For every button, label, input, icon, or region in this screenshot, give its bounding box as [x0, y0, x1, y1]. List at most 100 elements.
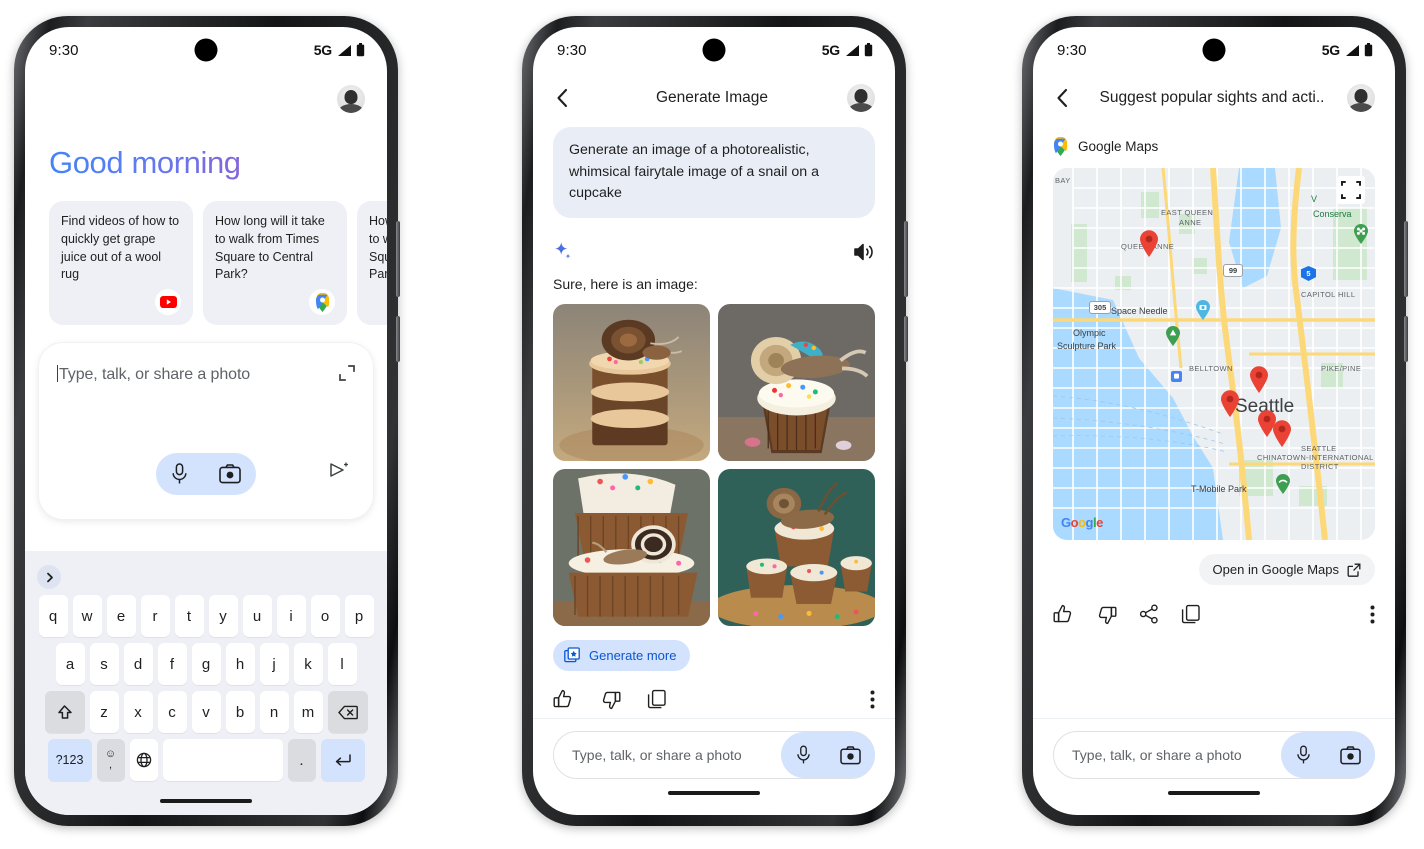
key-h[interactable]: h — [225, 643, 255, 685]
camera-icon[interactable] — [1339, 745, 1361, 765]
chevron-right-icon[interactable] — [37, 565, 61, 589]
key-w[interactable]: w — [72, 595, 102, 637]
back-arrow-icon[interactable] — [547, 83, 577, 113]
globe-key-icon[interactable] — [129, 739, 158, 781]
key-d[interactable]: d — [123, 643, 153, 685]
avatar[interactable] — [1347, 84, 1375, 112]
keyboard-row-3[interactable]: z x c v b n m — [29, 691, 383, 733]
generated-image[interactable] — [718, 303, 875, 461]
camera-icon[interactable] — [839, 745, 861, 765]
voice-camera-pill[interactable] — [1281, 732, 1375, 778]
keyboard-row-1[interactable]: q w e r t y u i o p — [29, 595, 383, 637]
home-indicator[interactable] — [160, 799, 252, 803]
map-label: CAPITOL HILL — [1301, 290, 1356, 299]
thumb-up-icon[interactable] — [1053, 604, 1074, 625]
keyboard-toolbar[interactable] — [29, 559, 383, 595]
more-vert-icon[interactable] — [870, 690, 875, 709]
on-screen-keyboard[interactable]: q w e r t y u i o p a s d f g h j k l z … — [25, 551, 387, 815]
thumb-up-icon[interactable] — [553, 689, 574, 710]
more-vert-icon[interactable] — [1370, 605, 1375, 624]
map-pin[interactable] — [1220, 390, 1240, 417]
key-l[interactable]: l — [327, 643, 357, 685]
key-q[interactable]: q — [38, 595, 68, 637]
key-p[interactable]: p — [344, 595, 374, 637]
search-input[interactable]: Type, talk, or share a photo — [57, 365, 355, 384]
microphone-icon[interactable] — [1296, 745, 1311, 765]
key-m[interactable]: m — [293, 691, 323, 733]
key-u[interactable]: u — [242, 595, 272, 637]
expand-icon[interactable] — [339, 365, 355, 386]
key-f[interactable]: f — [157, 643, 187, 685]
generated-image[interactable] — [553, 468, 710, 626]
share-icon[interactable] — [1139, 604, 1159, 624]
key-n[interactable]: n — [259, 691, 289, 733]
key-c[interactable]: c — [157, 691, 187, 733]
response-actions[interactable] — [553, 685, 875, 715]
voice-camera-pill[interactable] — [781, 732, 875, 778]
key-t[interactable]: t — [174, 595, 204, 637]
composer-input-pill[interactable]: Type, talk, or share a photo — [553, 731, 875, 779]
phone2-screen: 9:30 5G Generate Image Generate an image… — [533, 27, 895, 815]
camera-icon[interactable] — [218, 464, 241, 484]
generated-image[interactable] — [553, 303, 710, 461]
enter-key-icon[interactable] — [320, 739, 365, 781]
composer-bar[interactable]: Type, talk, or share a photo — [1033, 718, 1395, 815]
shift-key-icon[interactable] — [44, 691, 85, 733]
back-arrow-icon[interactable] — [1047, 83, 1077, 113]
send-icon[interactable] — [329, 460, 351, 485]
composer-input-pill[interactable]: Type, talk, or share a photo — [1053, 731, 1375, 779]
key-b[interactable]: b — [225, 691, 255, 733]
map-pin[interactable] — [1249, 366, 1269, 393]
open-in-google-maps-button[interactable]: Open in Google Maps — [1198, 554, 1375, 585]
key-y[interactable]: y — [208, 595, 238, 637]
map-pin[interactable] — [1272, 420, 1292, 447]
thumb-down-icon[interactable] — [600, 689, 621, 710]
number-mode-key[interactable]: ?123 — [47, 739, 92, 781]
period-key[interactable]: . — [287, 739, 316, 781]
avatar[interactable] — [847, 84, 875, 112]
key-o[interactable]: o — [310, 595, 340, 637]
emoji-key[interactable]: ☺ , — [96, 739, 125, 781]
keyboard-row-2[interactable]: a s d f g h j k l — [29, 643, 383, 685]
microphone-icon[interactable] — [171, 463, 188, 485]
suggestion-card[interactable]: Find videos of how to quickly get grape … — [49, 201, 193, 325]
map-preview[interactable]: BAY EAST QUEEN ANNE QUEEN ANNE Conserva … — [1053, 168, 1375, 540]
microphone-icon[interactable] — [796, 745, 811, 765]
key-z[interactable]: z — [89, 691, 119, 733]
key-x[interactable]: x — [123, 691, 153, 733]
composer-placeholder[interactable]: Type, talk, or share a photo — [572, 747, 781, 763]
key-g[interactable]: g — [191, 643, 221, 685]
space-key[interactable] — [162, 739, 283, 781]
suggestion-card[interactable]: How long will it take to walk from Times… — [203, 201, 347, 325]
generated-image-grid[interactable] — [553, 303, 875, 626]
map-label: DISTRICT — [1301, 462, 1339, 471]
generate-more-button[interactable]: Generate more — [553, 639, 691, 671]
key-a[interactable]: a — [55, 643, 85, 685]
copy-icon[interactable] — [647, 689, 667, 710]
suggestion-card[interactable]: How long will it take to walk from Times… — [357, 201, 387, 325]
avatar[interactable] — [337, 85, 365, 113]
backspace-key-icon[interactable] — [327, 691, 368, 733]
map-pin[interactable] — [1139, 230, 1159, 257]
composer-card[interactable]: Type, talk, or share a photo — [39, 343, 373, 519]
key-r[interactable]: r — [140, 595, 170, 637]
key-i[interactable]: i — [276, 595, 306, 637]
suggestion-carousel[interactable]: Find videos of how to quickly get grape … — [49, 201, 387, 325]
home-indicator[interactable] — [668, 791, 760, 795]
home-indicator[interactable] — [1168, 791, 1260, 795]
response-actions[interactable] — [1053, 599, 1375, 629]
key-j[interactable]: j — [259, 643, 289, 685]
key-e[interactable]: e — [106, 595, 136, 637]
composer-placeholder[interactable]: Type, talk, or share a photo — [1072, 747, 1281, 763]
composer-bar[interactable]: Type, talk, or share a photo — [533, 718, 895, 815]
key-v[interactable]: v — [191, 691, 221, 733]
voice-camera-pill[interactable] — [156, 453, 256, 495]
highway-shield: 305 — [1089, 301, 1111, 314]
key-s[interactable]: s — [89, 643, 119, 685]
copy-icon[interactable] — [1181, 604, 1201, 625]
speaker-icon[interactable] — [853, 242, 875, 262]
keyboard-row-4[interactable]: ?123 ☺ , . — [29, 739, 383, 781]
thumb-down-icon[interactable] — [1096, 604, 1117, 625]
generated-image[interactable] — [718, 468, 875, 626]
key-k[interactable]: k — [293, 643, 323, 685]
